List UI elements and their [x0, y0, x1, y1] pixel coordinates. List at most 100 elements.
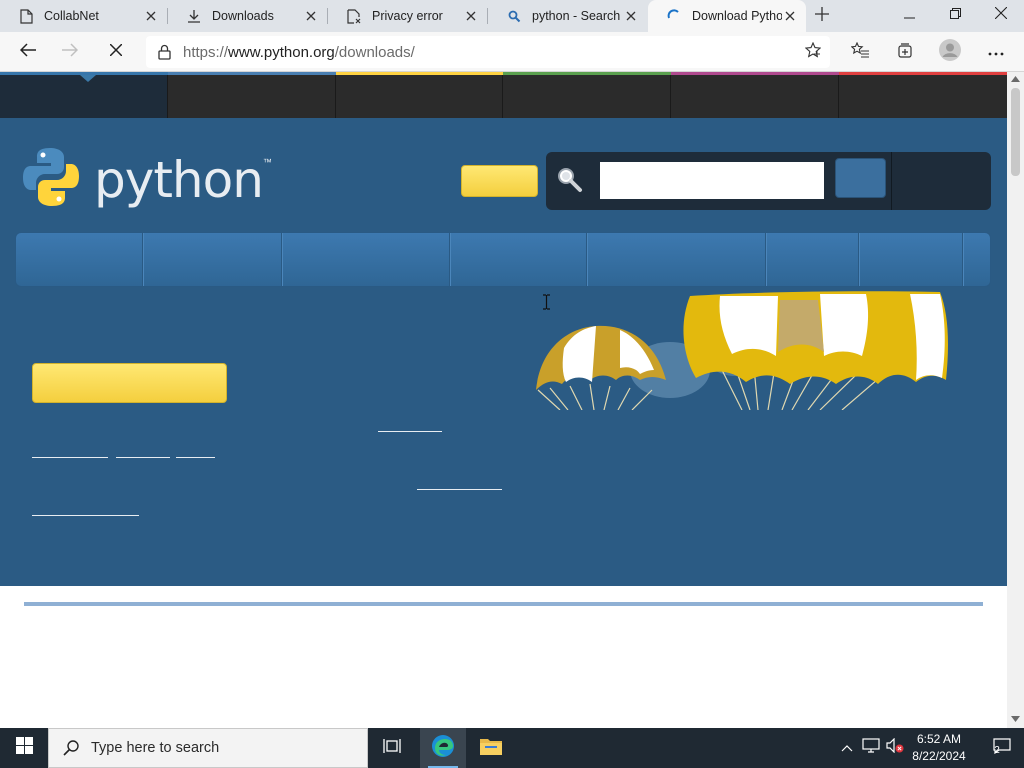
main-nav-item-news[interactable] [766, 233, 859, 286]
close-icon[interactable] [782, 8, 798, 24]
close-icon[interactable] [463, 8, 479, 24]
other-platforms-link[interactable] [32, 515, 139, 516]
task-view-icon [383, 738, 401, 759]
meta-nav-item-docs[interactable] [336, 75, 503, 118]
python-snake-logo-icon [22, 146, 80, 213]
minimize-button[interactable] [886, 0, 932, 30]
address-bar[interactable]: https://www.python.org/downloads/ [146, 36, 830, 68]
loading-spinner-icon [666, 8, 682, 24]
logo-wordmark: python [94, 150, 264, 209]
meta-nav-item-pypi[interactable] [503, 75, 671, 118]
tab-label: Downloads [212, 9, 274, 23]
scroll-down-icon[interactable] [1011, 716, 1020, 722]
tab-privacy-error[interactable]: Privacy error [328, 0, 487, 32]
page-scrollbar[interactable] [1007, 72, 1024, 728]
os-link-macos[interactable] [176, 457, 215, 458]
add-favorite-button[interactable] [797, 36, 829, 68]
taskbar-search-box[interactable]: Type here to search [48, 728, 368, 768]
collections-button[interactable] [889, 36, 921, 68]
social-divider [891, 152, 892, 210]
main-nav-item-community[interactable] [450, 233, 587, 286]
close-window-button[interactable] [978, 0, 1024, 30]
windows-logo-icon [15, 737, 33, 759]
url-host: www.python.org [228, 43, 335, 61]
page-icon [18, 8, 34, 24]
tab-collabnet[interactable]: CollabNet [0, 0, 167, 32]
edge-taskbar-button[interactable] [420, 728, 466, 768]
main-nav-item-events[interactable] [859, 233, 963, 286]
search-panel [546, 152, 991, 210]
donate-button[interactable] [461, 165, 538, 197]
favorites-icon [850, 41, 869, 63]
search-icon [63, 740, 79, 756]
more-icon [988, 43, 1004, 61]
close-icon[interactable] [143, 8, 159, 24]
windows-taskbar: Type here to search 6:52 AM 8/22/2024 2 [0, 728, 1024, 768]
url-text: https://www.python.org/downloads/ [183, 44, 415, 61]
show-hidden-icons-button[interactable] [836, 728, 858, 768]
content-area [0, 586, 1007, 728]
os-link-linux[interactable] [116, 457, 170, 458]
task-view-button[interactable] [369, 728, 415, 768]
stop-button[interactable] [100, 36, 132, 68]
site-search-input[interactable] [600, 162, 824, 199]
meta-nav-item-psf[interactable] [168, 75, 336, 118]
search-icon [506, 8, 522, 24]
close-icon [994, 6, 1008, 24]
scroll-thumb[interactable] [1011, 88, 1020, 176]
favorites-button[interactable] [844, 36, 876, 68]
header-band: python ™ [0, 118, 1007, 586]
chevron-up-icon [841, 739, 853, 757]
tab-strip: CollabNet Downloads Privacy error python… [0, 0, 1024, 32]
url-path: /downloads/ [334, 43, 415, 61]
back-button[interactable] [12, 36, 44, 68]
new-tab-button[interactable] [808, 3, 836, 29]
broken-page-icon [346, 8, 362, 24]
os-link-windows[interactable] [32, 457, 108, 458]
main-nav-item-about[interactable] [16, 233, 143, 286]
download-python-button[interactable] [32, 363, 227, 403]
meta-nav-item-community[interactable] [839, 75, 1007, 118]
collections-icon [896, 42, 914, 63]
tab-python-search[interactable]: python - Search [488, 0, 647, 32]
more-options-button[interactable] [980, 36, 1012, 68]
docs-link[interactable] [417, 489, 502, 490]
section-divider [24, 602, 983, 606]
main-nav-item-downloads[interactable] [143, 233, 282, 286]
download-icon [186, 8, 202, 24]
profile-button[interactable] [934, 36, 966, 68]
tab-label: Download Python [692, 9, 782, 23]
minimize-icon [903, 6, 915, 24]
close-icon[interactable] [303, 8, 319, 24]
top-meta-nav [0, 72, 1007, 118]
download-link[interactable] [378, 431, 442, 432]
tab-label: Privacy error [372, 9, 443, 23]
python-logo[interactable]: python ™ [22, 146, 272, 213]
main-nav-item-success-stories[interactable] [587, 233, 766, 286]
start-button[interactable] [0, 728, 48, 768]
tab-download-python[interactable]: Download Python [648, 0, 806, 32]
close-icon[interactable] [623, 8, 639, 24]
system-clock[interactable]: 6:52 AM 8/22/2024 [904, 731, 974, 765]
plus-icon [815, 6, 829, 26]
forward-icon [62, 42, 79, 62]
tab-downloads[interactable]: Downloads [168, 0, 327, 32]
clock-date: 8/22/2024 [912, 749, 966, 763]
forward-button[interactable] [54, 36, 86, 68]
back-icon [19, 42, 36, 62]
notification-count-badge: 2 [994, 745, 1000, 756]
restore-button[interactable] [932, 0, 978, 30]
restore-icon [949, 6, 961, 24]
volume-button[interactable] [884, 728, 906, 768]
logo-trademark: ™ [262, 156, 272, 167]
url-scheme: https:// [183, 43, 229, 61]
favorite-star-icon [804, 41, 822, 63]
file-explorer-button[interactable] [468, 728, 514, 768]
network-button[interactable] [860, 728, 882, 768]
search-go-button[interactable] [835, 158, 886, 198]
text-cursor-icon [542, 294, 551, 315]
meta-nav-item-jobs[interactable] [671, 75, 839, 118]
main-nav-item-documentation[interactable] [282, 233, 450, 286]
lock-icon[interactable] [158, 44, 171, 60]
scroll-up-icon[interactable] [1011, 76, 1020, 82]
